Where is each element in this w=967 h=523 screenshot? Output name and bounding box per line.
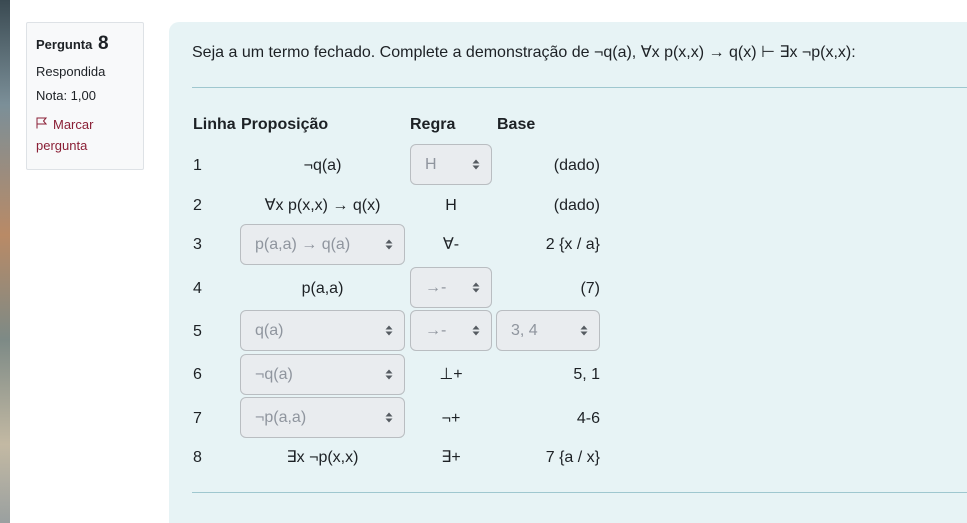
row-5-proposition-select[interactable]: q(a) [240,310,405,351]
row-6-proposition-value: ¬q(a) [255,366,293,383]
header-proposition: Proposição [241,116,329,133]
select-arrows-icon [385,369,393,380]
row-1-line: 1 [193,157,202,174]
question-status: Respondida [36,64,106,79]
row-8-rule: ∃+ [441,449,461,466]
select-arrows-icon [385,412,393,423]
select-arrows-icon [472,325,480,336]
row-4-rule-value: →- [425,279,447,296]
select-arrows-icon [385,239,393,250]
row-3-proposition-value: p(a,a) → q(a) [255,236,351,253]
row-2-line: 2 [193,197,202,214]
question-number-value: 8 [97,33,109,54]
row-7-proposition-value: ¬p(a,a) [255,409,307,426]
row-4-rule-select[interactable]: →- [410,267,492,308]
row-8-line: 8 [193,449,202,466]
row-1-rule-select[interactable]: H [410,144,492,185]
row-5-rule-value: →- [425,322,447,339]
question-grade: Nota: 1,00 [36,88,96,103]
row-4-line: 4 [193,280,202,297]
select-arrows-icon [385,325,393,336]
flag-icon [36,114,48,135]
row-3-base: 2 {x / a} [545,236,600,253]
select-arrows-icon [580,325,588,336]
question-label: Pergunta [36,37,93,52]
row-6-proposition-select[interactable]: ¬q(a) [240,354,405,395]
header-base: Base [497,116,536,133]
row-2-rule: H [445,197,457,214]
row-7-line: 7 [193,410,202,427]
row-2-base: (dado) [553,197,600,214]
question-number: Pergunta 8 [36,33,134,56]
question-text: Seja a um termo fechado. Complete a demo… [192,44,856,61]
row-3-line: 3 [193,236,202,253]
row-7-proposition-select[interactable]: ¬p(a,a) [240,397,405,438]
row-7-base: 4-6 [576,410,600,427]
header-rule: Regra [410,116,456,133]
row-3-proposition-select[interactable]: p(a,a) → q(a) [240,224,405,265]
row-6-rule: ⊥+ [439,366,463,383]
divider [192,492,967,493]
background-image-strip [0,0,10,523]
row-1-base: (dado) [553,157,600,174]
row-6-line: 6 [193,366,202,383]
row-6-base: 5, 1 [573,366,600,383]
select-arrows-icon [472,159,480,170]
header-line: Linha [193,116,236,133]
row-5-line: 5 [193,323,202,340]
row-4-proposition: p(a,a) [301,280,344,297]
row-7-rule: ¬+ [441,410,461,427]
row-5-base-select[interactable]: 3, 4 [496,310,600,351]
select-arrows-icon [472,282,480,293]
row-8-base: 7 {a / x} [545,449,600,466]
row-1-rule-value: H [425,156,437,173]
row-3-rule: ∀- [442,236,460,253]
question-info-panel: Pergunta 8 Respondida Nota: 1,00 Marcar … [26,22,144,170]
row-2-proposition: ∀x p(x,x) → q(x) [264,197,381,214]
row-1-proposition: ¬q(a) [303,157,342,174]
question-content: Seja a um termo fechado. Complete a demo… [169,22,967,523]
divider [192,87,967,88]
row-5-proposition-value: q(a) [255,322,284,339]
row-4-base: (7) [580,280,600,297]
flag-question-link[interactable]: Marcar pergunta [36,114,134,156]
row-8-proposition: ∃x ¬p(x,x) [286,449,359,466]
row-5-base-value: 3, 4 [511,322,538,339]
row-5-rule-select[interactable]: →- [410,310,492,351]
